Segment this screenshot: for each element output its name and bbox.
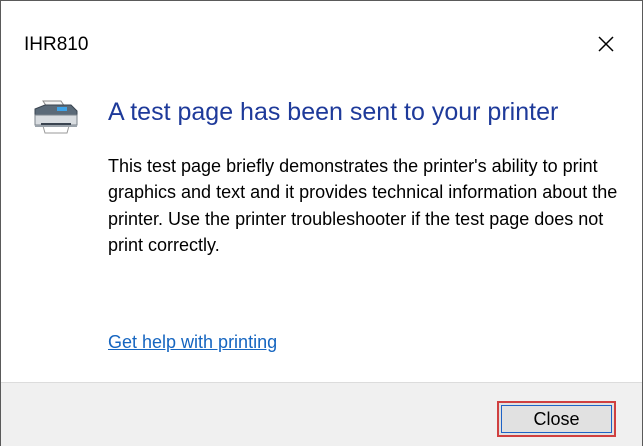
test-page-dialog: IHR810 A test page has been sent to your… [0,0,643,446]
message-header: A test page has been sent to your printe… [1,91,642,141]
message-body: This test page briefly demonstrates the … [108,156,618,255]
window-title: IHR810 [24,34,89,55]
close-button-label: Close [501,405,612,433]
close-x-icon[interactable] [594,32,618,56]
printer-icon [31,99,81,135]
message-heading: A test page has been sent to your printe… [108,98,559,126]
close-button[interactable]: Close [497,401,616,437]
get-help-link[interactable]: Get help with printing [108,331,277,353]
dialog-footer: Close [1,382,642,446]
title-bar: IHR810 [1,1,642,77]
